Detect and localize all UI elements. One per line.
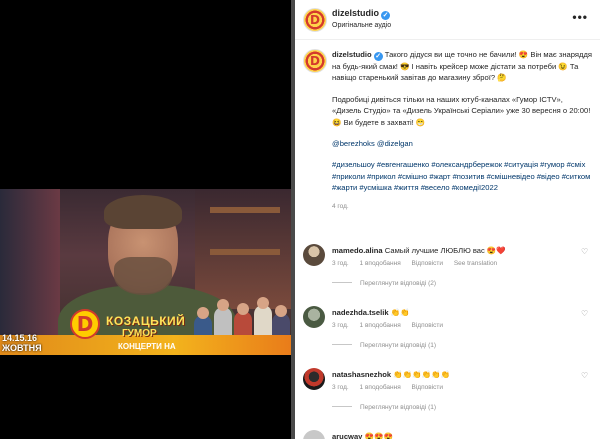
avatar[interactable] <box>303 244 325 266</box>
caption-paragraph: dizelstudio ✓ Такого дідуся ви ще точно н… <box>332 49 594 84</box>
comment-time: 3 год. <box>332 322 349 329</box>
more-options-icon[interactable]: ••• <box>572 10 588 24</box>
comment-likes[interactable]: 1 вподобання <box>360 322 401 329</box>
reply-button[interactable]: Відповісти <box>412 384 443 391</box>
comment-time: 3 год. <box>332 260 349 267</box>
avatar[interactable]: D <box>303 49 327 73</box>
caption-username[interactable]: dizelstudio ✓ <box>332 50 383 61</box>
post-panel: D dizelstudio ✓ Оригінальне аудіо ••• D d… <box>295 0 600 439</box>
heart-like-icon[interactable]: ♡ <box>581 248 589 256</box>
comment-likes[interactable]: 1 вподобання <box>360 260 401 267</box>
avatar[interactable] <box>303 430 325 439</box>
audio-label[interactable]: Оригінальне аудіо <box>332 21 391 30</box>
comment-meta: 3 год. 1 вподобання Відповісти <box>332 384 452 391</box>
heart-like-icon[interactable]: ♡ <box>581 372 589 380</box>
avatar[interactable] <box>303 306 325 328</box>
view-replies-button[interactable]: Переглянути відповіді (2) <box>332 280 436 287</box>
video-title-line2: ГУМОР <box>122 328 157 339</box>
video-background-left <box>0 189 60 355</box>
video-person-hair <box>104 195 182 229</box>
video-shelf <box>210 207 280 213</box>
video-date-label: 14.15.16 ЖОВТНЯ <box>2 333 42 353</box>
verified-badge-icon: ✓ <box>381 11 390 20</box>
caption-timestamp: 4 год. <box>332 202 349 210</box>
heart-like-icon[interactable]: ♡ <box>581 310 589 318</box>
view-replies-button[interactable]: Переглянути відповіді (1) <box>332 342 436 349</box>
comment-meta: 3 год. 1 вподобання Відповісти See trans… <box>332 260 506 267</box>
media-pane: 14.15.16 ЖОВТНЯ D КОЗАЦЬКИЙ ГУМОР КОНЦЕР… <box>0 0 291 439</box>
reply-button[interactable]: Відповісти <box>412 322 443 329</box>
comment-text: 👏👏👏👏👏👏 <box>393 370 450 379</box>
comment-username[interactable]: mamedo.alina <box>332 246 383 255</box>
post-header: D dizelstudio ✓ Оригінальне аудіо ••• <box>295 0 600 40</box>
view-replies-button[interactable]: Переглянути відповіді (1) <box>332 404 436 411</box>
verified-badge-icon: ✓ <box>373 52 383 61</box>
comment-likes[interactable]: 1 вподобання <box>360 384 401 391</box>
post-username[interactable]: dizelstudio ✓ <box>332 8 390 20</box>
comment-text: Самый лучшие ЛЮБЛЮ вас 😍❤️ <box>384 246 506 255</box>
translate-button[interactable]: See translation <box>454 260 497 267</box>
comment-meta: 3 год. 1 вподобання Відповісти <box>332 322 452 329</box>
avatar[interactable] <box>303 368 325 390</box>
comment-username[interactable]: natashasnezhok <box>332 370 391 379</box>
caption-hashtags[interactable]: #дизельшоу #евгенгашенко #олександрбереж… <box>332 159 594 193</box>
caption-mentions[interactable]: @berezhoks @dizelgan <box>332 138 594 149</box>
caption-paragraph: Подробиці дивіться тільки на наших ютуб-… <box>332 94 591 127</box>
comment-username[interactable]: nadezhda.tselik <box>332 308 389 317</box>
video-person-beard <box>114 257 172 295</box>
comment-text: 😍😍😍 <box>364 432 393 439</box>
reply-button[interactable]: Відповісти <box>412 260 443 267</box>
video-title-line1: КОЗАЦЬКИЙ <box>106 314 186 328</box>
video-shelf <box>210 249 280 255</box>
video-title-line3: КОНЦЕРТИ НА <box>118 342 176 351</box>
comment-username[interactable]: arucway <box>332 432 362 439</box>
avatar[interactable]: D <box>303 8 327 32</box>
comment-text: 👏👏 <box>390 308 410 317</box>
dizel-logo-icon: D <box>70 309 100 339</box>
video-player[interactable]: 14.15.16 ЖОВТНЯ D КОЗАЦЬКИЙ ГУМОР КОНЦЕР… <box>0 189 291 355</box>
comment-time: 3 год. <box>332 384 349 391</box>
